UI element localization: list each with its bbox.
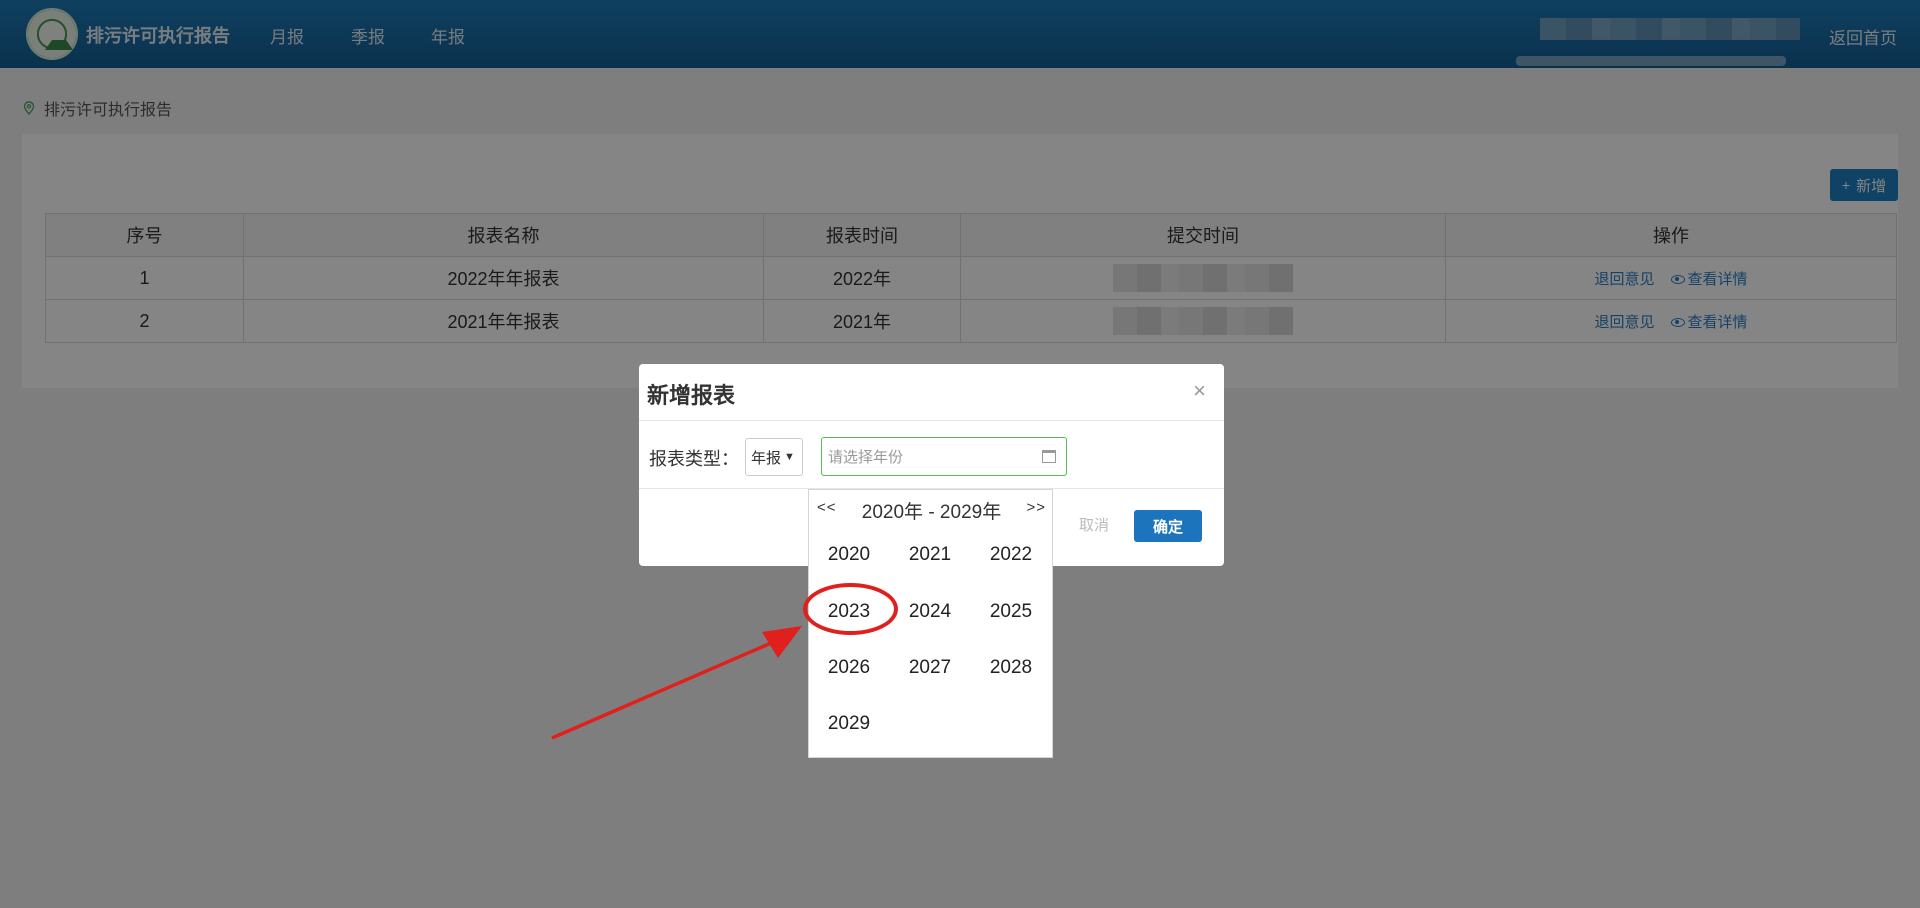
divider: [639, 420, 1224, 421]
annotation-arrow-icon: [551, 626, 802, 740]
cancel-button[interactable]: 取消: [1079, 514, 1109, 535]
report-type-label: 报表类型：: [649, 449, 739, 469]
year-cell-2028[interactable]: 2028: [971, 657, 1051, 679]
year-cell-2024[interactable]: 2024: [890, 601, 970, 623]
year-cell-2029[interactable]: 2029: [809, 713, 889, 735]
year-cell-2026[interactable]: 2026: [809, 657, 889, 679]
year-cell-2022[interactable]: 2022: [971, 544, 1051, 566]
year-input[interactable]: 请选择年份: [821, 437, 1067, 476]
year-cell-2020[interactable]: 2020: [809, 544, 889, 566]
report-type-select[interactable]: 年报 ▼: [745, 438, 803, 476]
year-cell-2021[interactable]: 2021: [890, 544, 970, 566]
year-placeholder: 请选择年份: [828, 449, 904, 466]
dialog-title: 新增报表: [647, 383, 736, 408]
year-cell-2027[interactable]: 2027: [890, 657, 970, 679]
next-decade-button[interactable]: >>: [1026, 499, 1046, 516]
close-icon[interactable]: ×: [1193, 378, 1206, 404]
picker-header: 2020年 - 2029年 << >>: [809, 490, 1054, 530]
highlight-circle: [803, 583, 898, 635]
confirm-button[interactable]: 确定: [1134, 510, 1202, 542]
calendar-icon: [1042, 450, 1056, 463]
chevron-down-icon: ▼: [784, 451, 795, 463]
year-cell-2025[interactable]: 2025: [971, 601, 1051, 623]
report-type-value: 年报: [751, 449, 782, 467]
prev-decade-button[interactable]: <<: [817, 499, 837, 516]
decade-range: 2020年 - 2029年: [861, 502, 1002, 523]
